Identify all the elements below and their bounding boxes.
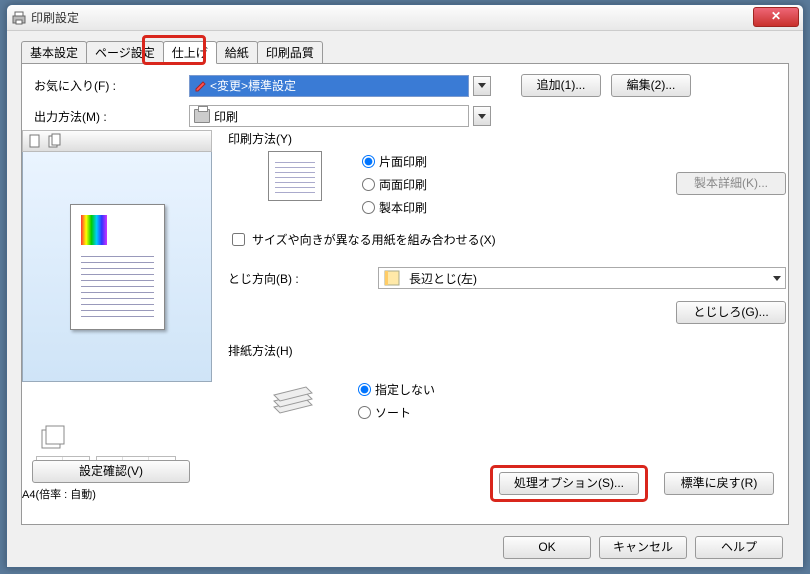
favorite-combo[interactable]: <変更>標準設定 [189,75,469,97]
gutter-button[interactable]: とじしろ(G)... [676,301,786,324]
page-icon[interactable] [27,133,43,149]
preview-size-text: A4(倍率 : 自動) [22,486,96,502]
preview-area: A4(倍率 : 自動) [22,130,212,460]
preview-toolbar [22,130,212,152]
output-method-group-label: 排紙方法(H) [228,342,786,359]
preview-box [22,152,212,382]
tab-page[interactable]: ページ設定 [86,41,164,63]
binding-label: とじ方向(B) : [228,270,378,287]
mix-paper-label: サイズや向きが異なる用紙を組み合わせる(X) [252,231,496,248]
pages-icon[interactable] [47,133,63,149]
cancel-button[interactable]: キャンセル [599,536,687,559]
dialog-body: 基本設定 ページ設定 仕上げ 給紙 印刷品質 お気に入り(F) : <変更>標準… [7,31,803,567]
print-settings-window: 印刷設定 ✕ 基本設定 ページ設定 仕上げ 給紙 印刷品質 お気に入り(F) :… [6,4,804,568]
radio-booklet[interactable]: 製本印刷 [362,199,427,216]
help-button[interactable]: ヘルプ [695,536,783,559]
radio-single-sided[interactable]: 片面印刷 [362,153,427,170]
tab-paper[interactable]: 給紙 [216,41,258,63]
printer-small-icon [194,109,210,123]
mix-paper-checkbox[interactable] [232,233,245,246]
output-method-label: 出力方法(M) : [34,108,189,125]
process-options-button[interactable]: 処理オプション(S)... [499,472,639,495]
page-preview [70,204,165,330]
confirm-settings-button[interactable]: 設定確認(V) [32,460,190,483]
rainbow-swatch [81,215,107,245]
reset-defaults-button[interactable]: 標準に戻す(R) [664,472,774,495]
tab-finishing[interactable]: 仕上げ [163,41,217,64]
binding-arrow-icon [773,276,781,281]
edit-favorite-button[interactable]: 編集(2)... [611,74,691,97]
radio-output-none[interactable]: 指定しない [358,381,435,398]
booklet-detail-button: 製本詳細(K)... [676,172,786,195]
print-method-icon [268,151,322,201]
tab-quality[interactable]: 印刷品質 [257,41,323,63]
print-method-label: 印刷方法(Y) [228,130,786,147]
tab-panel: お気に入り(F) : <変更>標準設定 追加(1)... 編集(2)... 出力… [21,63,789,525]
output-method-combo[interactable]: 印刷 [189,105,469,127]
titlebar: 印刷設定 ✕ [7,5,803,31]
output-method-value: 印刷 [214,108,238,125]
highlight-process: 処理オプション(S)... [490,465,648,502]
tab-basic[interactable]: 基本設定 [21,41,87,63]
preview-lines [81,251,154,319]
dialog-footer: OK キャンセル ヘルプ [7,527,803,567]
favorite-dropdown-arrow[interactable] [473,76,491,96]
ok-button[interactable]: OK [503,536,591,559]
radio-output-sort[interactable]: ソート [358,404,435,421]
output-method-arrow[interactable] [473,106,491,126]
binding-value: 長辺とじ(左) [409,270,477,287]
printer-icon [11,10,27,26]
binding-icon [383,269,403,287]
window-title: 印刷設定 [31,9,79,26]
finishing-options: 印刷方法(Y) 片面印刷 両面印刷 製本印刷 製本詳細(K)... サイズや向き… [228,130,786,514]
output-stack-icon [268,379,318,419]
favorite-label: お気に入り(F) : [34,77,189,94]
add-favorite-button[interactable]: 追加(1)... [521,74,601,97]
close-button[interactable]: ✕ [753,7,799,27]
pencil-icon [194,79,208,93]
binding-combo[interactable]: 長辺とじ(左) [378,267,786,289]
stack-icon [38,422,68,452]
radio-double-sided[interactable]: 両面印刷 [362,176,427,193]
favorite-value: <変更>標準設定 [210,77,296,94]
tab-strip: 基本設定 ページ設定 仕上げ 給紙 印刷品質 [21,41,322,63]
